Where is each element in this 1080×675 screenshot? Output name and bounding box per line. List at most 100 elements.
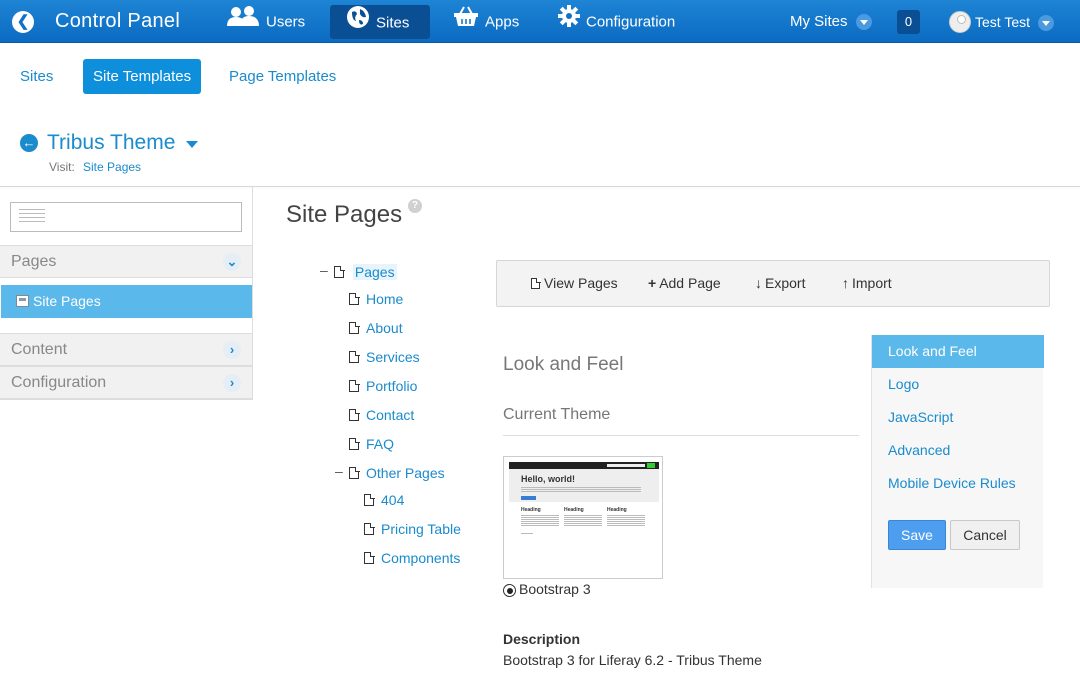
avatar[interactable] [949, 11, 971, 33]
tree-node[interactable]: Portfolio [349, 376, 417, 396]
settings-nav-look-and-feel[interactable]: Look and Feel [872, 335, 1044, 368]
tree-node[interactable]: Contact [349, 405, 414, 425]
tab-site-templates[interactable]: Site Templates [83, 59, 202, 94]
add-page-button[interactable]: + Add Page [648, 261, 721, 306]
collapse-icon[interactable]: – [335, 463, 343, 479]
theme-thumbnail[interactable]: Hello, world! Heading Heading Heading [503, 456, 663, 579]
nav-apps[interactable]: Apps [453, 5, 519, 39]
settings-nav-panel: Look and Feel Logo JavaScript Advanced M… [871, 335, 1044, 588]
chevron-down-icon: ⌄ [223, 253, 241, 271]
my-sites-label: My Sites [790, 13, 848, 30]
page-icon [349, 350, 360, 363]
export-button[interactable]: ↓ Export [755, 261, 805, 306]
tree-node-label: Pricing Table [381, 521, 461, 537]
page-icon [349, 379, 360, 392]
theme-radio[interactable] [503, 584, 516, 597]
settings-nav-logo[interactable]: Logo [872, 368, 1044, 401]
thumb-navbar [509, 462, 659, 469]
page-icon [16, 295, 29, 307]
tree-node-label: Portfolio [366, 378, 418, 394]
page-icon [364, 493, 375, 506]
sidebar-item-site-pages[interactable]: Site Pages [1, 285, 252, 318]
theme-name: Bootstrap 3 [519, 581, 591, 597]
tree-node-label: Contact [366, 407, 415, 423]
tree-node[interactable]: Components [364, 548, 460, 568]
sidebar-section-label: Pages [11, 253, 57, 270]
user-name: Test Test [975, 14, 1030, 30]
tab-sites[interactable]: Sites [10, 59, 63, 94]
description-label: Description [503, 631, 581, 647]
sidebar: Pages ⌄ Site Pages Content › Configurati… [0, 187, 253, 400]
cancel-button[interactable]: Cancel [950, 520, 1020, 550]
arrow-down-icon: ↓ [755, 275, 762, 291]
collapse-icon[interactable]: – [320, 262, 328, 278]
tree-node[interactable]: About [349, 318, 403, 338]
basket-icon [453, 5, 479, 40]
settings-nav-mobile-device-rules[interactable]: Mobile Device Rules [872, 467, 1044, 500]
page-icon [349, 408, 360, 421]
visit-site-pages-link[interactable]: Site Pages [83, 160, 141, 174]
export-label: Export [765, 275, 806, 291]
settings-nav-advanced[interactable]: Advanced [872, 434, 1044, 467]
thumb-heading: Hello, world! [521, 474, 575, 484]
tree-node[interactable]: Other Pages [349, 463, 445, 483]
caret-down-icon[interactable] [186, 141, 198, 148]
site-title[interactable]: Tribus Theme [47, 131, 175, 155]
nav-users-label: Users [266, 13, 306, 31]
sidebar-section-label: Content [11, 341, 68, 358]
settings-nav-javascript[interactable]: JavaScript [872, 401, 1044, 434]
tree-node[interactable]: Services [349, 347, 420, 367]
chevron-down-icon [1038, 15, 1054, 32]
help-icon[interactable]: ? [408, 199, 422, 213]
back-arrow-icon[interactable]: ❮ [12, 11, 34, 33]
pages-toolbar: View Pages + Add Page ↓ Export ↑ Import [496, 260, 1050, 307]
page-icon [349, 437, 360, 450]
tree-node-label: Services [366, 349, 420, 365]
page-icon [334, 265, 345, 278]
divider [503, 435, 859, 436]
gear-icon [558, 5, 580, 40]
tree-node[interactable]: Pricing Table [364, 519, 461, 539]
sidebar-section-pages[interactable]: Pages ⌄ [0, 245, 252, 278]
nav-configuration[interactable]: Configuration [558, 5, 675, 39]
thumb-col-heading: Heading [607, 507, 627, 513]
app-title: Control Panel [55, 10, 181, 32]
nav-apps-label: Apps [485, 13, 520, 31]
page-title: Site Pages [286, 201, 403, 228]
import-button[interactable]: ↑ Import [842, 261, 892, 306]
sidebar-section-content[interactable]: Content › [0, 333, 252, 366]
sidebar-section-label: Configuration [11, 374, 107, 391]
tree-node-label: FAQ [366, 436, 395, 452]
tree-node-label: Other Pages [366, 465, 445, 481]
users-icon [226, 5, 260, 40]
nav-sites[interactable]: Sites [330, 5, 430, 39]
sidebar-section-configuration[interactable]: Configuration › [0, 366, 252, 399]
tab-page-templates[interactable]: Page Templates [219, 59, 346, 94]
page-icon [364, 522, 375, 535]
sidebar-item-label: Site Pages [33, 293, 101, 309]
nav-users[interactable]: Users [226, 5, 305, 39]
my-sites-dropdown[interactable]: My Sites [790, 5, 872, 39]
tree-node[interactable]: FAQ [349, 434, 394, 454]
tree-node[interactable]: Home [349, 289, 403, 309]
tree-node[interactable]: 404 [364, 490, 404, 510]
tree-node-pages[interactable]: Pages [334, 262, 397, 282]
chevron-right-icon: › [223, 341, 241, 359]
view-pages-button[interactable]: View Pages [531, 261, 618, 306]
plus-icon: + [648, 275, 657, 291]
back-arrow-icon[interactable]: ← [20, 134, 38, 152]
nav-sites-label: Sites [376, 14, 410, 32]
top-bar: ❮ Control Panel Users Sites Apps Configu… [0, 0, 1080, 43]
save-button[interactable]: Save [888, 520, 946, 550]
user-menu[interactable]: Test Test [975, 5, 1054, 39]
add-page-label: Add Page [659, 275, 721, 291]
search-input[interactable] [10, 202, 242, 232]
arrow-up-icon: ↑ [842, 275, 849, 291]
nav-configuration-label: Configuration [586, 13, 676, 31]
description-text: Bootstrap 3 for Liferay 6.2 - Tribus The… [503, 652, 762, 668]
search-lines-icon [19, 209, 45, 225]
thumb-col-heading: Heading [521, 507, 541, 513]
notification-badge[interactable]: 0 [897, 10, 920, 34]
tree-node-label: About [366, 320, 403, 336]
thumb-jumbotron: Hello, world! [509, 469, 659, 502]
